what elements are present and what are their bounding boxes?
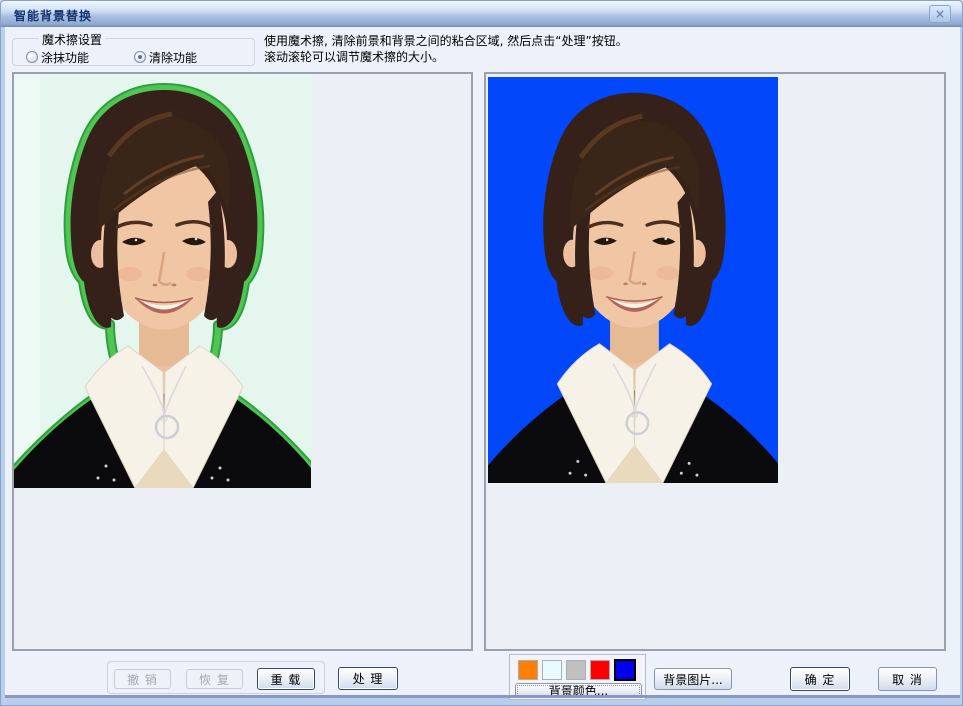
color-swatch-red[interactable] (590, 660, 610, 680)
smart-background-replace-dialog: 智能背景替换 × 魔术擦设置 涂抹功能 清除功能 使用魔术擦, 清除前景和背景之… (0, 0, 963, 706)
cancel-button[interactable]: 取 消 (878, 667, 937, 691)
ok-button[interactable]: 确 定 (790, 667, 850, 691)
left-photo-canvas[interactable] (14, 74, 311, 488)
right-preview-panel (484, 72, 946, 651)
radio-selected-icon (134, 51, 146, 63)
instructions-line1: 使用魔术擦, 清除前景和背景之间的粘合区域, 然后点击“处理”按钮。 (264, 33, 628, 49)
undo-button[interactable]: 撤 销 (114, 669, 171, 689)
process-button[interactable]: 处 理 (338, 667, 398, 690)
dialog-body: 魔术擦设置 涂抹功能 清除功能 使用魔术擦, 清除前景和背景之间的粘合区域, 然… (5, 27, 960, 698)
close-icon: × (935, 7, 945, 21)
background-color-panel: 背景颜色... (509, 654, 646, 700)
reload-button[interactable]: 重 载 (257, 668, 315, 690)
background-color-button[interactable]: 背景颜色... (515, 683, 642, 698)
instructions: 使用魔术擦, 清除前景和背景之间的粘合区域, 然后点击“处理”按钮。 滚动滚轮可… (264, 33, 628, 65)
background-image-button[interactable]: 背景图片... (654, 668, 732, 690)
color-swatch-orange[interactable] (518, 660, 538, 680)
redo-button[interactable]: 恢 复 (186, 669, 243, 689)
radio-erase-label: 清除功能 (149, 49, 197, 66)
color-swatch-gray[interactable] (566, 660, 586, 680)
color-swatches (518, 659, 636, 681)
radio-unselected-icon (26, 51, 38, 63)
left-preview-panel (12, 72, 473, 651)
titlebar[interactable]: 智能背景替换 × (1, 1, 962, 27)
radio-smear-mode[interactable]: 涂抹功能 (26, 49, 89, 65)
color-swatch-blue-selected[interactable] (614, 659, 636, 681)
magic-eraser-settings-label: 魔术擦设置 (39, 31, 105, 48)
radio-erase-mode[interactable]: 清除功能 (134, 49, 197, 65)
radio-smear-label: 涂抹功能 (41, 49, 89, 66)
right-photo-result[interactable] (488, 77, 778, 483)
color-swatch-white[interactable] (542, 660, 562, 680)
close-button[interactable]: × (929, 5, 951, 23)
window-title: 智能背景替换 (14, 7, 92, 24)
instructions-line2: 滚动滚轮可以调节魔术擦的大小。 (264, 49, 628, 65)
